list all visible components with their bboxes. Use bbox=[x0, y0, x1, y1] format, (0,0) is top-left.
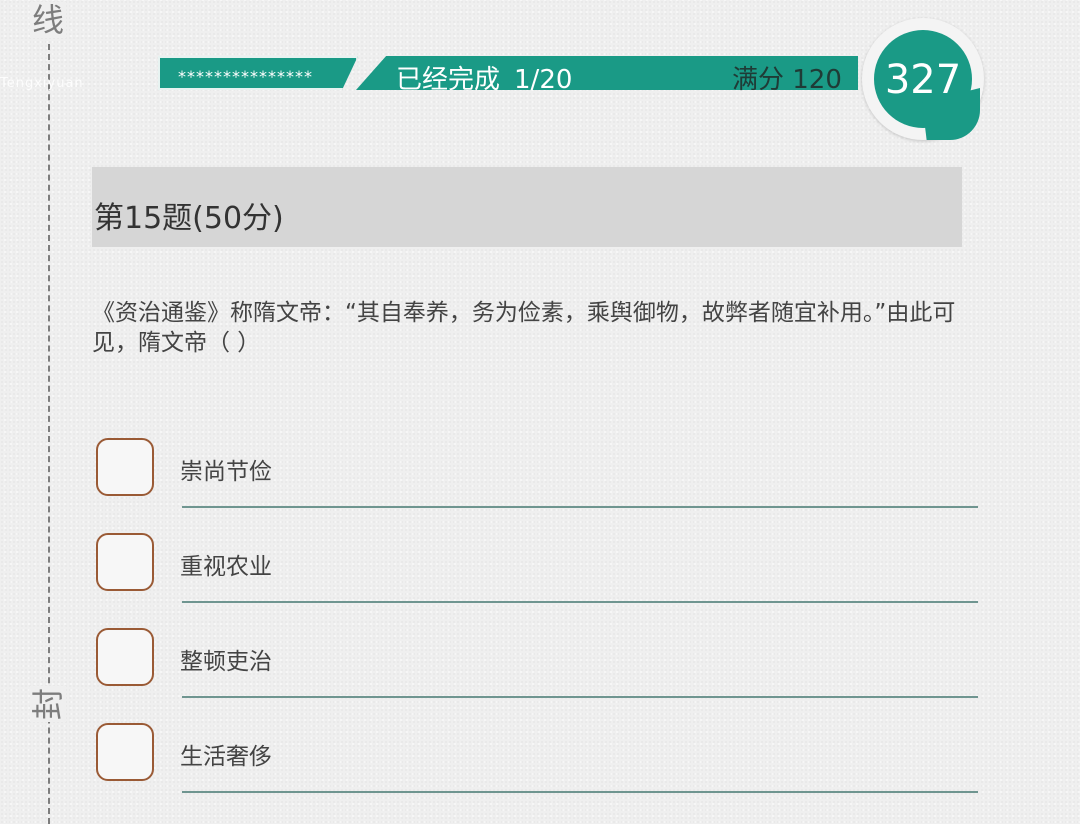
option-underline bbox=[182, 601, 978, 603]
progress-label: 已经完成 bbox=[396, 65, 501, 95]
option-checkbox[interactable] bbox=[96, 533, 154, 591]
masked-student-name: *************** bbox=[178, 67, 313, 86]
option-underline bbox=[182, 506, 978, 508]
option-a[interactable]: 崇尚节俭 bbox=[96, 438, 978, 508]
option-checkbox[interactable] bbox=[96, 438, 154, 496]
option-label: 重视农业 bbox=[180, 554, 272, 580]
binding-char-line: 线 bbox=[30, 1, 66, 39]
option-b[interactable]: 重视农业 bbox=[96, 533, 978, 603]
option-underline bbox=[182, 791, 978, 793]
option-checkbox[interactable] bbox=[96, 628, 154, 686]
countdown-timer: 327 bbox=[862, 18, 984, 140]
option-label: 整顿吏治 bbox=[180, 649, 272, 675]
student-name-panel: *************** bbox=[158, 56, 358, 90]
progress-text: 已经完成 1/20 bbox=[396, 59, 572, 96]
binding-char-seal: 封 bbox=[29, 686, 67, 722]
total-score: 满分 120 bbox=[732, 65, 842, 95]
faint-watermark-text: Tengxiyuan bbox=[0, 76, 84, 91]
option-label: 生活奢侈 bbox=[180, 744, 272, 770]
timer-value: 327 bbox=[884, 57, 962, 103]
option-c[interactable]: 整顿吏治 bbox=[96, 628, 978, 698]
option-underline bbox=[182, 696, 978, 698]
progress-count: 1/20 bbox=[514, 65, 573, 95]
question-text: 《资治通鉴》称隋文帝：“其自奉养，务为俭素，乘舆御物，故弊者随宜补用。”由此可见… bbox=[92, 300, 956, 356]
option-checkbox[interactable] bbox=[96, 723, 154, 781]
option-d[interactable]: 生活奢侈 bbox=[96, 723, 978, 793]
question-title: 第15题(50分) bbox=[94, 201, 284, 236]
option-label: 崇尚节俭 bbox=[180, 459, 272, 485]
question-title-bar: 第15题(50分) bbox=[92, 167, 962, 247]
